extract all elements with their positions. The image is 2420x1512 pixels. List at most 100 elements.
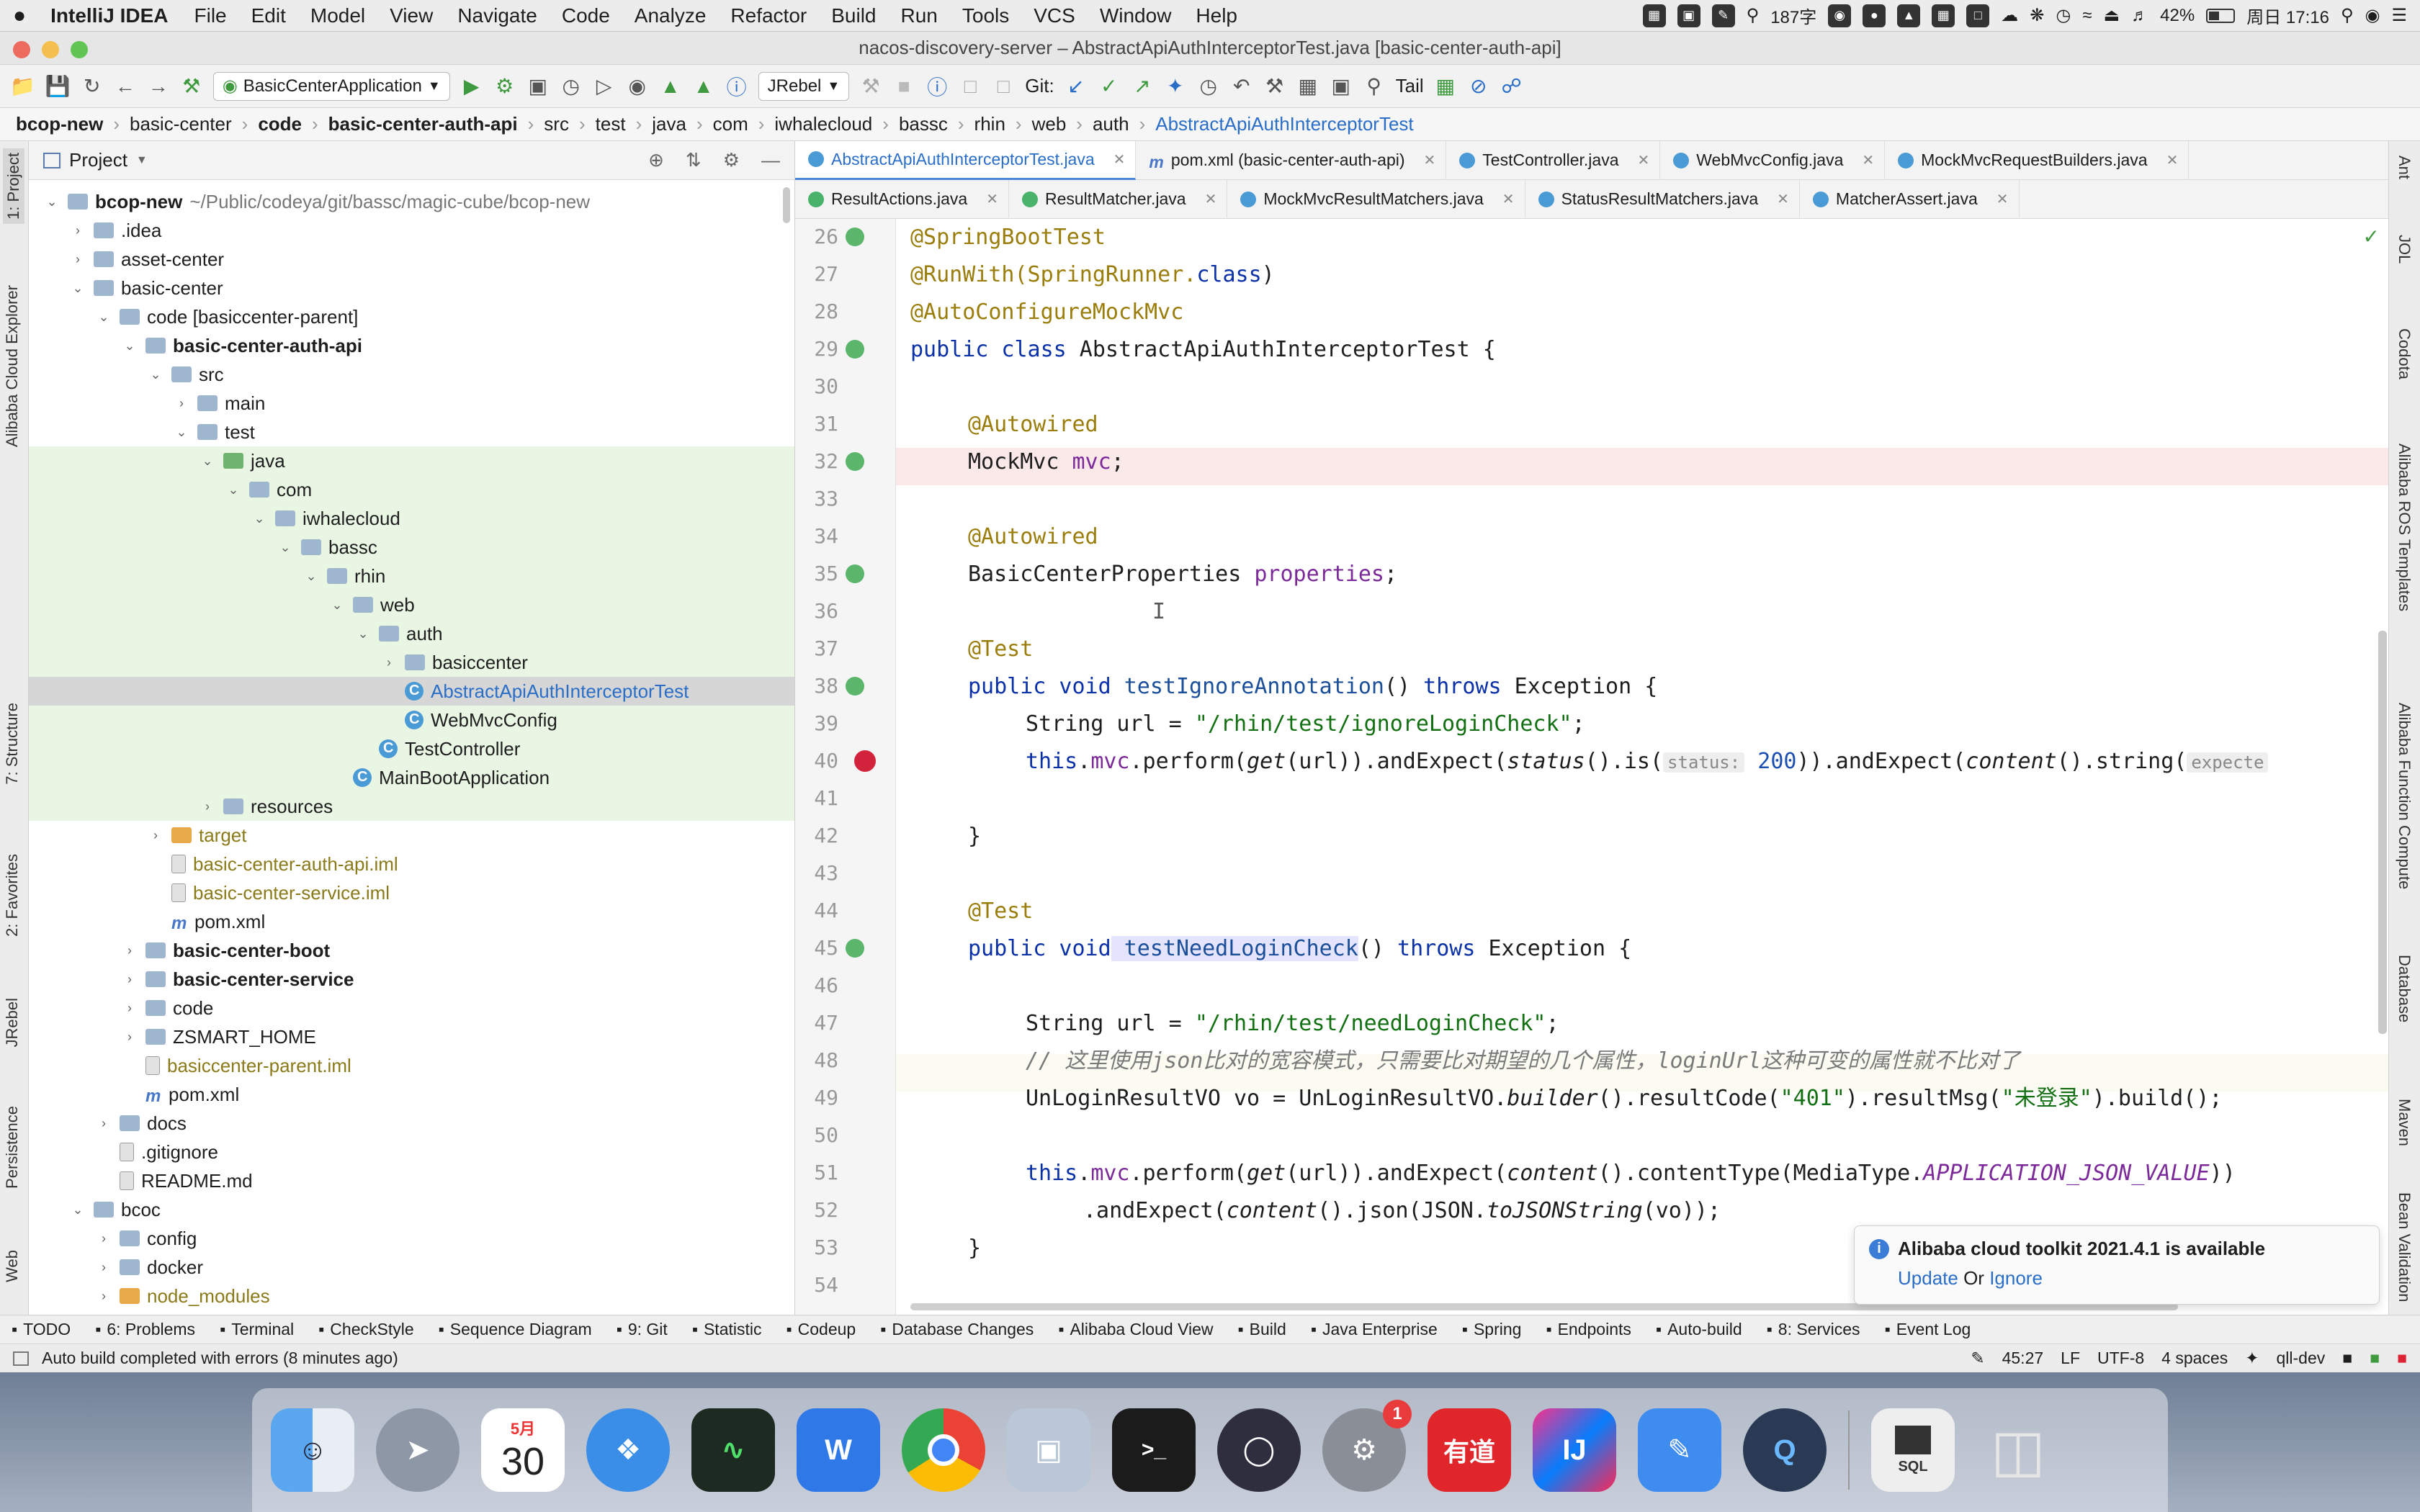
code-area[interactable]: @SpringBootTest @RunWith(SpringRunner.cl… <box>795 219 2388 1315</box>
tool-window-button[interactable]: ▪ Java Enterprise <box>1311 1320 1438 1339</box>
status-layout-icon[interactable] <box>13 1351 29 1366</box>
wrench-icon[interactable]: ⚒ <box>1263 73 1286 99</box>
tool-window-button[interactable]: ▪ CheckStyle <box>318 1320 413 1339</box>
copy-icon[interactable]: □ <box>959 73 982 99</box>
chevron-down-icon[interactable]: ⌄ <box>354 626 372 642</box>
coverage-icon[interactable]: ▣ <box>526 73 550 99</box>
tool-maven[interactable]: Maven <box>2395 1099 2414 1146</box>
menu-analyze[interactable]: Analyze <box>635 4 707 27</box>
tree-item[interactable]: AbstractApiAuthInterceptorTest <box>29 677 794 706</box>
jrebel-debug-icon[interactable]: ▲ <box>692 73 715 99</box>
tree-item[interactable]: m pom.xml <box>29 1080 794 1109</box>
control-center-icon[interactable]: ☰ <box>2391 5 2407 26</box>
no-problems-check-icon[interactable]: ✓ <box>2363 225 2380 248</box>
tree-item[interactable]: ⌄ test <box>29 418 794 446</box>
tree-item[interactable]: ⌄ auth <box>29 619 794 648</box>
editor-tab[interactable]: StatusResultMatchers.java ✕ <box>1525 179 1800 219</box>
search-icon[interactable]: ⚲ <box>1363 73 1386 99</box>
tool-favorites[interactable]: 2: Favorites <box>3 854 22 937</box>
menu-view[interactable]: View <box>390 4 433 27</box>
sql-file-icon[interactable]: SQL <box>1871 1408 1955 1492</box>
chevron-down-icon[interactable]: ⌄ <box>43 194 60 210</box>
jrebel-run-icon[interactable]: ▲ <box>659 73 682 99</box>
hide-icon[interactable]: — <box>761 149 780 171</box>
tree-item[interactable]: ⌄ iwhalecloud <box>29 504 794 533</box>
editor-tab[interactable]: MockMvcResultMatchers.java ✕ <box>1227 179 1525 219</box>
project-scrollbar[interactable] <box>783 187 790 223</box>
launchpad-icon[interactable]: ➤ <box>376 1408 460 1492</box>
tree-item[interactable]: › basic-center-service <box>29 965 794 994</box>
tree-item[interactable]: .gitignore <box>29 1138 794 1166</box>
breadcrumb-item[interactable]: iwhalecloud <box>774 113 872 135</box>
menu-window[interactable]: Window <box>1100 4 1172 27</box>
tree-item[interactable]: ⌄ bcop-new ~/Public/codeya/git/bassc/magic… <box>29 187 794 216</box>
tree-item[interactable]: › docs <box>29 1109 794 1138</box>
editor-tab[interactable]: MatcherAssert.java ✕ <box>1800 179 2020 219</box>
breadcrumb-item[interactable]: rhin <box>974 113 1005 135</box>
tree-item[interactable]: › resources <box>29 792 794 821</box>
status-app-icon[interactable]: ▦ <box>1642 4 1666 27</box>
tool-bean-validation[interactable]: Bean Validation <box>2395 1192 2414 1302</box>
battery-percent[interactable]: 42% <box>2160 6 2195 26</box>
more-run-icon[interactable]: ▷ <box>593 73 616 99</box>
build-hammer-icon[interactable]: ⚒ <box>180 73 203 99</box>
minimize-window-button[interactable] <box>42 41 59 58</box>
close-tab-icon[interactable]: ✕ <box>1862 151 1874 169</box>
chevron-right-icon[interactable]: › <box>69 252 86 267</box>
breadcrumb-item[interactable]: bcop-new <box>16 113 103 135</box>
close-tab-icon[interactable]: ✕ <box>986 190 998 208</box>
tool-ant[interactable]: Ant <box>2395 156 2414 179</box>
chevron-right-icon[interactable]: › <box>121 1030 138 1045</box>
profile-icon[interactable]: ◷ <box>560 73 583 99</box>
tool-persistence[interactable]: Persistence <box>3 1106 22 1189</box>
chevron-down-icon[interactable]: ⌄ <box>199 454 216 469</box>
caret-position[interactable]: 45:27 <box>2002 1349 2044 1368</box>
lock-icon[interactable]: ■ <box>2342 1349 2352 1368</box>
tree-item[interactable]: ⌄ com <box>29 475 794 504</box>
tool-window-button[interactable]: ▪ Spring <box>1462 1320 1522 1339</box>
tree-item[interactable]: › target <box>29 821 794 850</box>
no-entry-icon[interactable]: ⊘ <box>1467 73 1490 99</box>
chart-icon[interactable]: ▦ <box>1434 73 1457 99</box>
tool-window-button[interactable]: ▪ Build <box>1238 1320 1286 1339</box>
close-tab-icon[interactable]: ✕ <box>1113 150 1126 168</box>
breadcrumb-item[interactable]: bassc <box>899 113 948 135</box>
editor-tab[interactable]: ResultMatcher.java ✕ <box>1009 179 1228 219</box>
chevron-down-icon[interactable]: ⌄ <box>69 1202 86 1218</box>
tree-item[interactable]: › .idea <box>29 216 794 245</box>
tree-item[interactable]: › docker <box>29 1253 794 1282</box>
editor-tab[interactable]: AbstractApiAuthInterceptorTest.java ✕ <box>795 140 1137 180</box>
chevron-right-icon[interactable]: › <box>173 396 190 411</box>
quicktime-icon[interactable]: Q <box>1743 1408 1827 1492</box>
breadcrumb-item[interactable]: com <box>713 113 748 135</box>
tool-window-button[interactable]: ▪ Endpoints <box>1546 1320 1631 1339</box>
menu-model[interactable]: Model <box>310 4 365 27</box>
chevron-right-icon[interactable]: › <box>121 943 138 958</box>
tree-item[interactable]: basiccenter-parent.iml <box>29 1051 794 1080</box>
status-app-icon[interactable]: ● <box>1863 4 1886 27</box>
safari-icon[interactable]: ❖ <box>586 1408 670 1492</box>
tree-item[interactable]: › config <box>29 1224 794 1253</box>
tree-item[interactable]: ⌄ java <box>29 446 794 475</box>
chevron-down-icon[interactable]: ▼ <box>136 154 148 167</box>
breadcrumb-item[interactable]: code <box>258 113 302 135</box>
siri-icon[interactable]: ◉ <box>2365 5 2380 26</box>
tree-item[interactable]: › basic-center-boot <box>29 936 794 965</box>
chevron-down-icon[interactable]: ⌄ <box>225 482 242 498</box>
open-folder-icon[interactable]: 📁 <box>10 73 35 99</box>
calendar-icon[interactable]: 5月 30 <box>481 1408 565 1492</box>
stop-icon[interactable]: ◉ <box>626 73 649 99</box>
editor-tab[interactable]: TestController.java ✕ <box>1446 140 1661 180</box>
tree-item[interactable]: ⌄ basic-center <box>29 274 794 302</box>
chevron-right-icon[interactable]: › <box>95 1289 112 1304</box>
grid-icon[interactable]: ▦ <box>1932 4 1955 27</box>
chevron-down-icon[interactable]: ⌄ <box>173 425 190 440</box>
git-update-icon[interactable]: ↙ <box>1065 73 1088 99</box>
tool-window-button[interactable]: ▪ Event Log <box>1885 1320 1971 1339</box>
tree-item[interactable]: basic-center-service.iml <box>29 878 794 907</box>
time-machine-icon[interactable]: ◷ <box>2056 5 2071 26</box>
tool-structure[interactable]: 7: Structure <box>3 703 22 785</box>
chevron-right-icon[interactable]: › <box>380 655 398 670</box>
breadcrumb-item[interactable]: basic-center-auth-api <box>328 113 518 135</box>
zoom-window-button[interactable] <box>71 41 88 58</box>
